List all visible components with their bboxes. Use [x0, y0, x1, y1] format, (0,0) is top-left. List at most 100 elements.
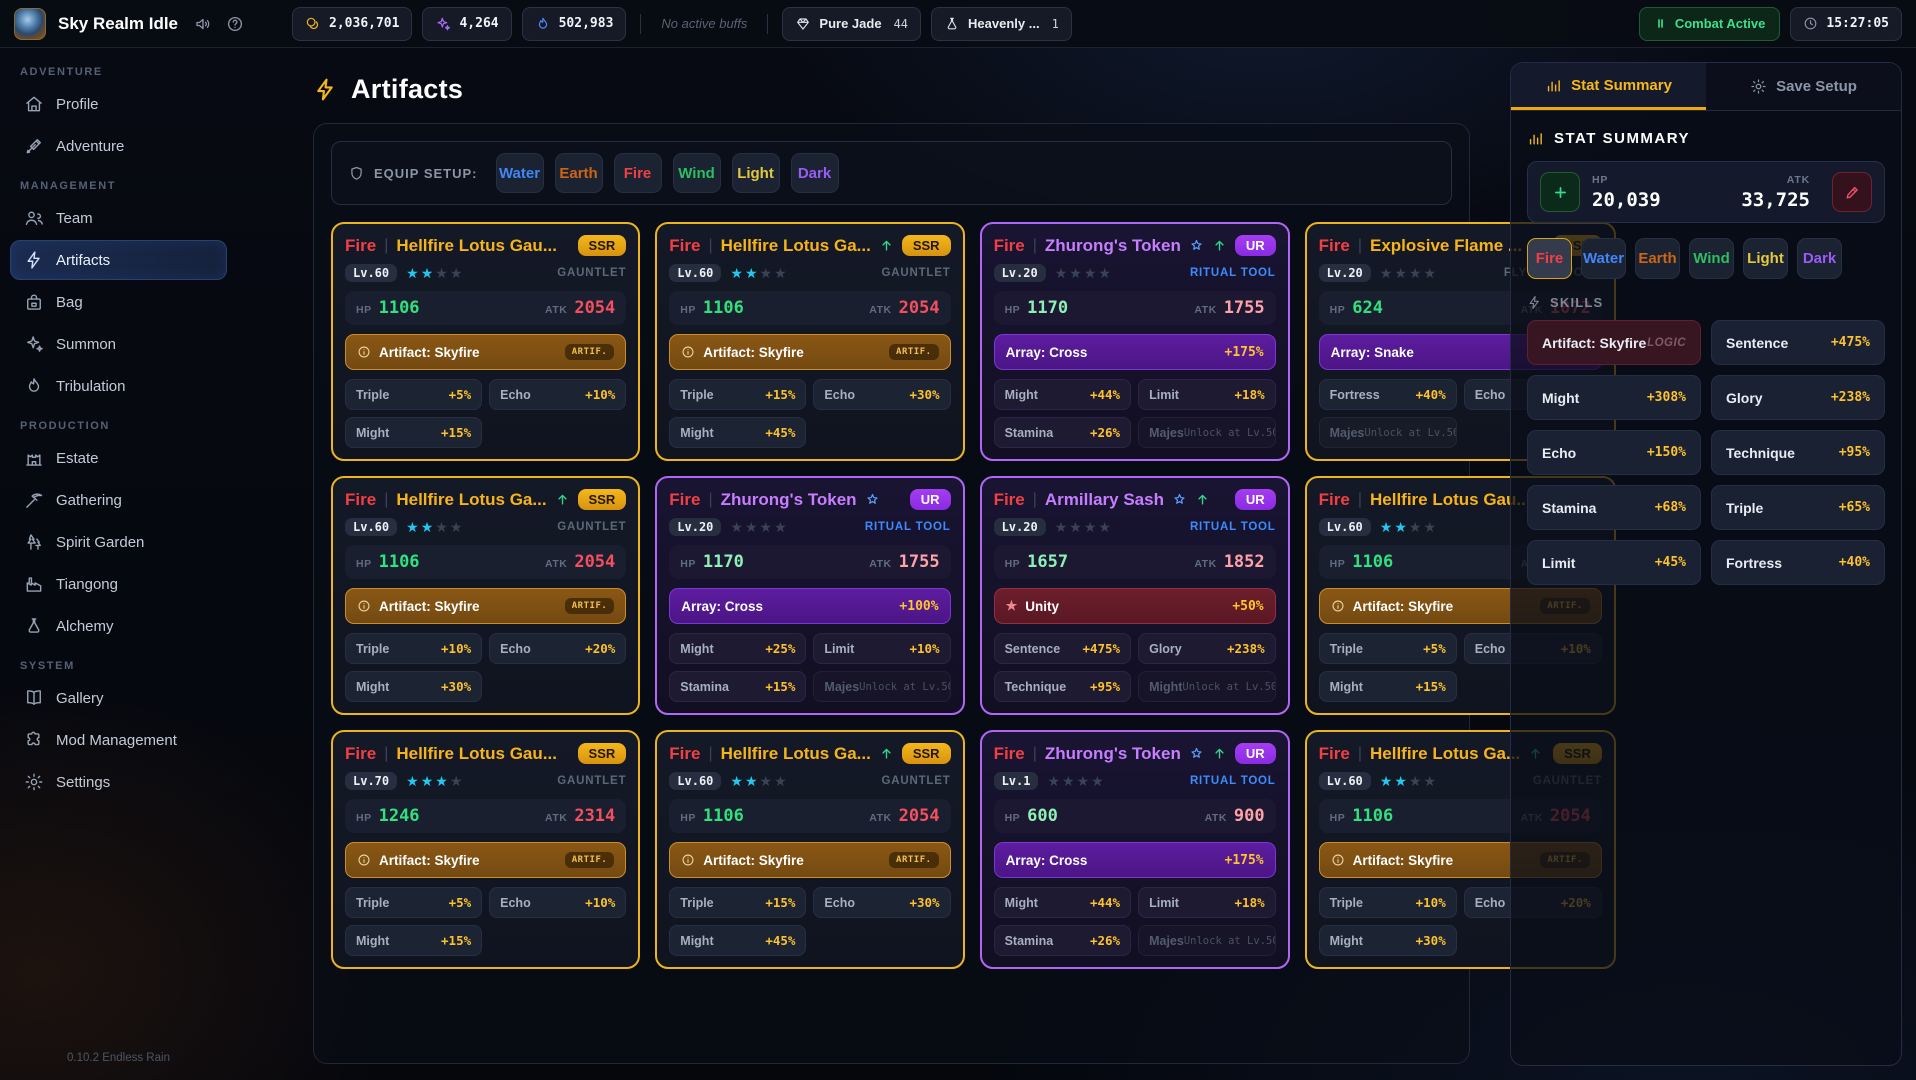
sidebar-item-tiangong[interactable]: Tiangong	[10, 564, 227, 604]
sidebar-item-spirit-garden[interactable]: Spirit Garden	[10, 522, 227, 562]
combat-active-label: Combat Active	[1675, 16, 1766, 31]
artifact-card[interactable]: Fire|Zhurong's TokenURLv.1★★★★RITUAL TOO…	[980, 730, 1290, 969]
hp-label: HP	[1330, 812, 1346, 824]
equip-element-wind[interactable]: Wind	[673, 153, 721, 193]
level-badge: Lv.20	[994, 518, 1046, 536]
artifact-card[interactable]: Fire|Hellfire Lotus Gau...SSRLv.60★★★★GA…	[331, 222, 640, 461]
hp-value: 1106	[379, 298, 420, 318]
card-title-row: Fire|Zhurong's TokenUR	[994, 743, 1276, 764]
special-label: Unity	[1025, 599, 1059, 614]
artifact-type-badge: ARTIF.	[565, 598, 615, 614]
filter-element-light[interactable]: Light	[1743, 238, 1788, 279]
skill-chip: Triple+15%	[669, 379, 806, 410]
skill-chip: Limit+18%	[1138, 887, 1276, 918]
sidebar-item-gallery[interactable]: Gallery	[10, 678, 227, 718]
info-icon	[357, 345, 371, 359]
summary-skill-chip: Fortress+40%	[1711, 540, 1885, 585]
sidebar-item-profile[interactable]: Profile	[10, 84, 227, 124]
level-badge: Lv.60	[1319, 772, 1371, 790]
special-label: Array: Cross	[1006, 853, 1088, 868]
card-skills-grid: Triple+10%Echo+20%Might+30%	[345, 633, 626, 702]
sidebar-item-artifacts[interactable]: Artifacts	[10, 240, 227, 280]
artifact-card[interactable]: Fire|Zhurong's TokenURLv.20★★★★RITUAL TO…	[980, 222, 1290, 461]
skill-value: +45%	[765, 425, 795, 440]
sidebar-item-team[interactable]: Team	[10, 198, 227, 238]
stat-panel-tabs: Stat Summary Save Setup	[1511, 63, 1901, 111]
artifact-card[interactable]: Fire|Hellfire Lotus Ga...SSRLv.60★★★★GAU…	[331, 476, 640, 715]
equip-element-water[interactable]: Water	[496, 153, 544, 193]
heavenly-label: Heavenly ...	[968, 16, 1040, 31]
info-icon	[1331, 599, 1345, 613]
skill-chip: Sentence+475%	[994, 633, 1132, 664]
pure-jade-label: Pure Jade	[819, 16, 881, 31]
skill-name: Limit	[1542, 555, 1575, 571]
sidebar-item-settings[interactable]: Settings	[10, 762, 227, 802]
artifact-card[interactable]: Fire|Armillary SashURLv.20★★★★RITUAL TOO…	[980, 476, 1290, 715]
atk-sword-button[interactable]	[1832, 172, 1872, 212]
filter-element-fire[interactable]: Fire	[1527, 238, 1572, 279]
sidebar-item-label: Summon	[56, 336, 116, 353]
atk-value: 1755	[899, 552, 940, 572]
level-badge: Lv.20	[994, 264, 1046, 282]
equip-element-light[interactable]: Light	[732, 153, 780, 193]
skill-name: Glory	[1149, 642, 1182, 656]
combat-active-button[interactable]: Combat Active	[1639, 7, 1781, 41]
card-title-row: Fire|Hellfire Lotus Ga...SSR	[669, 235, 950, 256]
special-label: Artifact: Skyfire	[703, 853, 804, 868]
sidebar-item-summon[interactable]: Summon	[10, 324, 227, 364]
skill-name: Triple	[1330, 642, 1363, 656]
sidebar-item-alchemy[interactable]: Alchemy	[10, 606, 227, 646]
hp-stat: HP1106	[680, 298, 744, 318]
card-name: Zhurong's Token	[721, 490, 857, 510]
sidebar-item-tribulation[interactable]: Tribulation	[10, 366, 227, 406]
skill-name: Stamina	[680, 680, 729, 694]
artifact-card[interactable]: Fire|Hellfire Lotus Ga...SSRLv.60★★★★GAU…	[655, 222, 964, 461]
sidebar-item-adventure[interactable]: Adventure	[10, 126, 227, 166]
artifact-card[interactable]: Fire|Hellfire Lotus Ga...SSRLv.60★★★★GAU…	[655, 730, 964, 969]
sidebar-item-estate[interactable]: Estate	[10, 438, 227, 478]
artifact-card[interactable]: Fire|Hellfire Lotus Gau...SSRLv.70★★★★GA…	[331, 730, 640, 969]
level-badge: Lv.70	[345, 772, 397, 790]
sound-button[interactable]	[192, 13, 214, 35]
filter-element-water[interactable]: Water	[1581, 238, 1626, 279]
skill-name: Stamina	[1005, 426, 1054, 440]
special-label: Artifact: Skyfire	[1353, 853, 1454, 868]
card-special-array: Array: Cross+175%	[994, 842, 1276, 878]
skill-name: Might	[1005, 388, 1038, 402]
equip-element-dark[interactable]: Dark	[791, 153, 839, 193]
sidebar-item-bag[interactable]: Bag	[10, 282, 227, 322]
help-button[interactable]	[224, 13, 246, 35]
sidebar-item-gathering[interactable]: Gathering	[10, 480, 227, 520]
skill-value: +15%	[441, 425, 471, 440]
artifact-card[interactable]: Fire|Zhurong's TokenURLv.20★★★★RITUAL TO…	[655, 476, 964, 715]
skill-chip: Echo+30%	[813, 379, 950, 410]
pure-jade-chip[interactable]: Pure Jade 44	[782, 7, 921, 41]
tab-save-setup[interactable]: Save Setup	[1706, 63, 1901, 110]
card-title-row: Fire|Hellfire Lotus Ga...SSR	[345, 489, 626, 510]
card-skills-grid: Triple+15%Echo+30%Might+45%	[669, 379, 950, 448]
skill-chip: Triple+10%	[345, 633, 482, 664]
card-name: Hellfire Lotus Ga...	[721, 744, 871, 764]
equip-element-earth[interactable]: Earth	[555, 153, 603, 193]
filter-element-dark[interactable]: Dark	[1797, 238, 1842, 279]
special-label: Artifact: Skyfire	[379, 599, 480, 614]
puzzle-icon	[24, 730, 44, 750]
heavenly-chip[interactable]: Heavenly ... 1	[931, 7, 1072, 41]
favorite-star-icon	[1172, 492, 1187, 507]
divider: |	[708, 491, 712, 509]
equip-element-fire[interactable]: Fire	[614, 153, 662, 193]
sidebar-item-mod-management[interactable]: Mod Management	[10, 720, 227, 760]
atk-label: ATK	[869, 812, 891, 824]
card-type-label: GAUNTLET	[557, 267, 626, 279]
filter-element-earth[interactable]: Earth	[1635, 238, 1680, 279]
filter-element-wind[interactable]: Wind	[1689, 238, 1734, 279]
tab-stat-summary[interactable]: Stat Summary	[1511, 63, 1706, 110]
skill-value: +26%	[1090, 933, 1120, 948]
skill-value: +238%	[1227, 641, 1265, 656]
hp-plus-button[interactable]	[1540, 172, 1580, 212]
hp-value: 1106	[379, 552, 420, 572]
info-icon	[681, 853, 695, 867]
hp-value: 1106	[703, 806, 744, 826]
divider: |	[1033, 237, 1037, 255]
sparkles-icon	[435, 16, 451, 32]
